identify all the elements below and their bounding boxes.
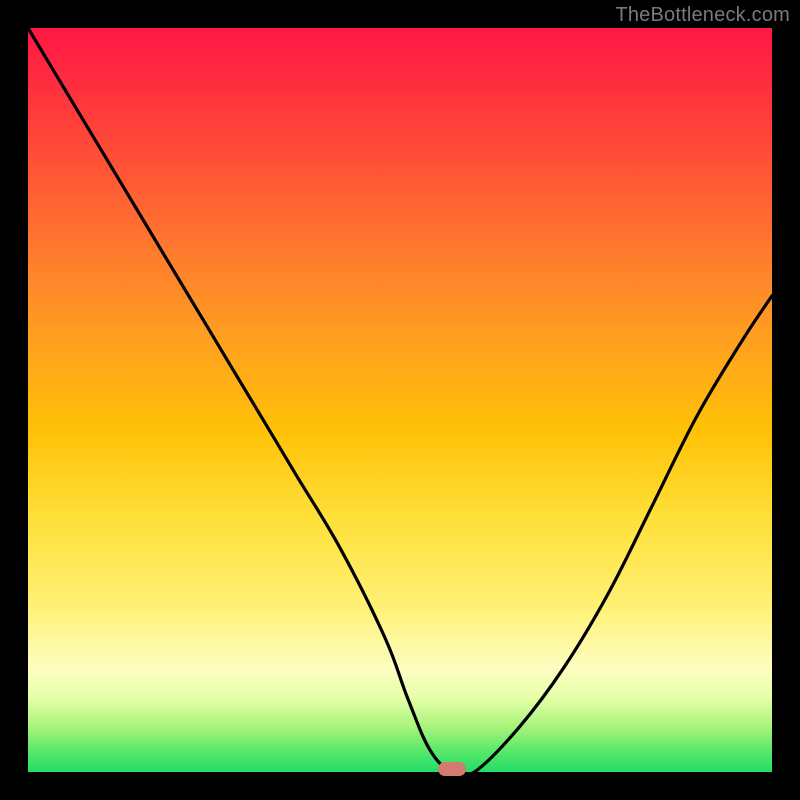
curve-path bbox=[28, 28, 772, 777]
bottleneck-curve bbox=[28, 28, 772, 772]
plot-area bbox=[28, 28, 772, 772]
chart-frame: TheBottleneck.com bbox=[0, 0, 800, 800]
optimal-marker bbox=[438, 762, 466, 776]
watermark-text: TheBottleneck.com bbox=[615, 4, 790, 27]
